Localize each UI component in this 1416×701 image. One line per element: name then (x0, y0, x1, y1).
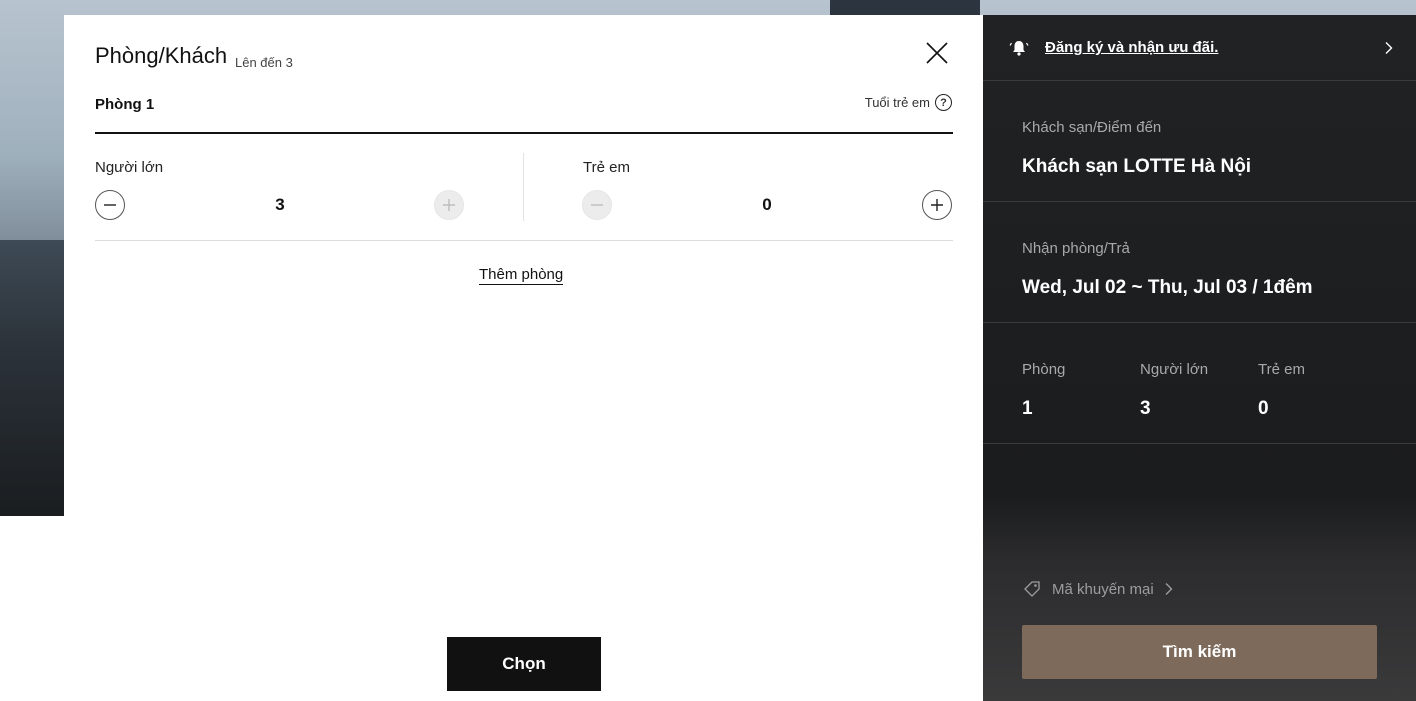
city-skyline (0, 240, 70, 516)
tag-icon (1024, 581, 1040, 597)
room-1-label: Phòng 1 (95, 96, 155, 113)
chevron-right-icon (1165, 583, 1173, 595)
close-icon[interactable] (925, 41, 949, 65)
rooms-guests-field[interactable]: Phòng 1 Người lớn 3 Trẻ em 0 (983, 323, 1416, 444)
column-divider (523, 153, 524, 221)
adults-value: 3 (275, 195, 285, 214)
adults-increment-button[interactable] (434, 190, 464, 220)
minus-icon (104, 204, 116, 206)
booking-sidebar: Đăng ký và nhận ưu đãi. Khách sạn/Điểm đ… (983, 15, 1416, 701)
adults-decrement-button[interactable] (95, 190, 125, 220)
adults-label: Người lớn (95, 159, 164, 176)
plus-icon (931, 199, 943, 211)
children-label: Trẻ em (583, 159, 630, 176)
rooms-count-label: Phòng (1022, 361, 1066, 378)
add-room-link[interactable]: Thêm phòng (479, 266, 564, 285)
signup-promo-link[interactable]: Đăng ký và nhận ưu đãi. (1045, 39, 1382, 56)
children-count-value: 0 (1258, 398, 1269, 419)
child-age-info[interactable]: Tuổi trẻ em ? (865, 94, 952, 111)
modal-title: Phòng/Khách (95, 43, 228, 68)
modal-subtitle: Lên đến 3 (235, 55, 293, 70)
rooms-count: Phòng 1 (1022, 323, 1140, 420)
rooms-count-value: 1 (1022, 398, 1033, 419)
adults-count-label: Người lớn (1140, 361, 1209, 378)
dates-label: Nhận phòng/Trả (1022, 240, 1130, 257)
promo-code-link[interactable]: Mã khuyến mại (1022, 579, 1186, 599)
children-increment-button[interactable] (922, 190, 952, 220)
rooms-guests-modal: Phòng/Khách Lên đến 3 Phòng 1 Tuổi trẻ e… (64, 15, 983, 701)
hotel-value: Khách sạn LOTTE Hà Nội (1022, 156, 1252, 177)
children-decrement-button[interactable] (582, 190, 612, 220)
hotel-destination-field[interactable]: Khách sạn/Điểm đến Khách sạn LOTTE Hà Nộ… (983, 81, 1416, 202)
adults-count-value: 3 (1140, 398, 1151, 419)
children-count: Trẻ em 0 (1258, 323, 1376, 420)
choose-button[interactable]: Chọn (447, 637, 601, 691)
promo-code-label: Mã khuyến mại (1052, 580, 1154, 598)
adults-count: Người lớn 3 (1140, 323, 1258, 420)
promo-bar[interactable]: Đăng ký và nhận ưu đãi. (983, 15, 1416, 81)
chevron-right-icon (1385, 41, 1393, 54)
checkin-checkout-field[interactable]: Nhận phòng/Trả Wed, Jul 02 ~ Thu, Jul 03… (983, 202, 1416, 323)
children-value: 0 (762, 195, 772, 214)
child-age-label: Tuổi trẻ em (864, 95, 930, 110)
bell-icon (1009, 40, 1029, 56)
children-count-label: Trẻ em (1258, 361, 1305, 378)
tower-building (830, 0, 980, 16)
hotel-label: Khách sạn/Điểm đến (1022, 119, 1162, 136)
room-divider (95, 132, 953, 134)
section-divider (95, 240, 953, 241)
dates-value: Wed, Jul 02 ~ Thu, Jul 03 / 1đêm (1022, 277, 1313, 298)
help-icon[interactable]: ? (935, 94, 952, 111)
page-background (0, 516, 64, 701)
minus-icon (591, 204, 603, 206)
plus-icon (443, 199, 455, 211)
search-button[interactable]: Tìm kiếm (1022, 625, 1377, 679)
